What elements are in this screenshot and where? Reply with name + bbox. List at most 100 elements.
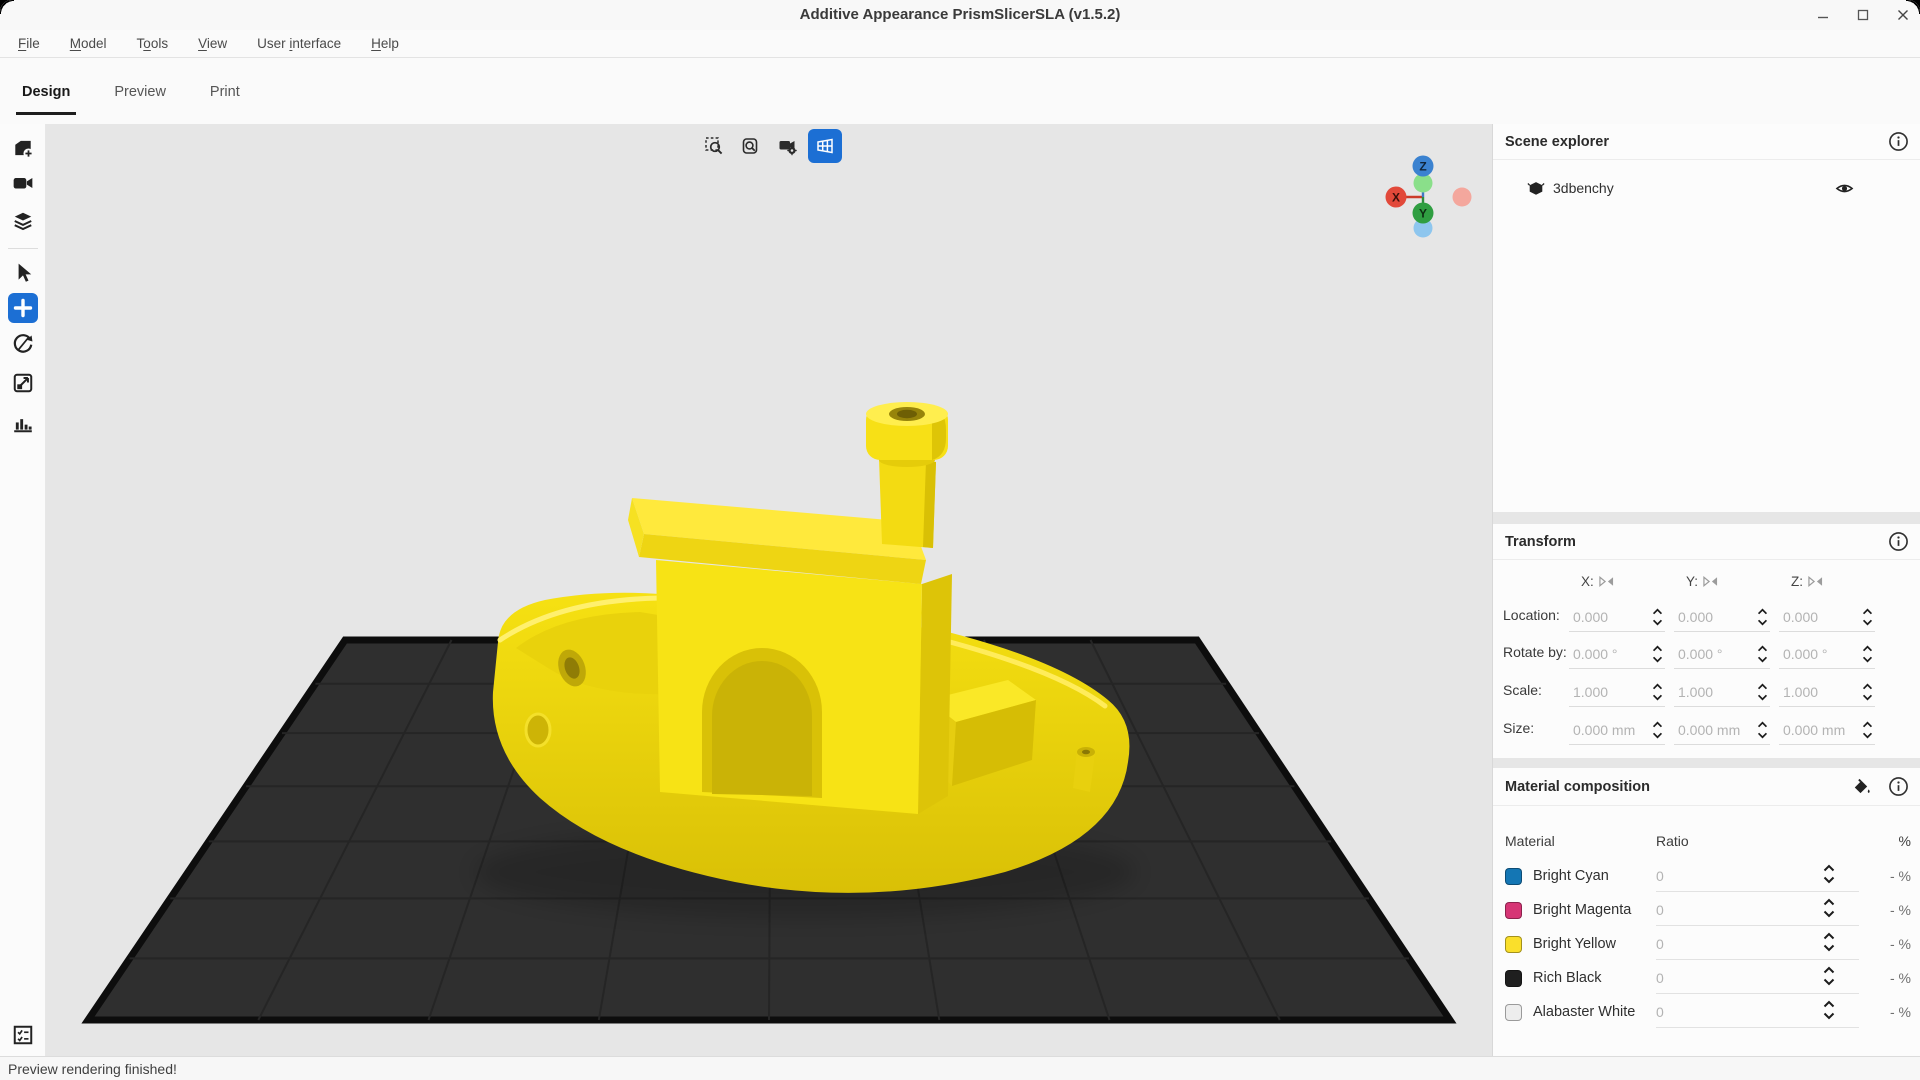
percent-value: - % <box>1890 868 1911 884</box>
stepper[interactable] <box>1823 864 1835 884</box>
rotate-x-input[interactable]: 0.000 ° <box>1569 639 1665 669</box>
mode-tabs: Design Preview Print <box>0 59 1920 124</box>
ratio-input[interactable]: 0 <box>1656 936 1664 952</box>
maximize-button[interactable] <box>1856 8 1870 22</box>
statistics-icon[interactable] <box>12 412 34 434</box>
stepper[interactable] <box>1862 721 1873 739</box>
stepper[interactable] <box>1757 683 1768 701</box>
stepper[interactable] <box>1823 898 1835 918</box>
transform-info-icon[interactable] <box>1887 531 1909 553</box>
stepper[interactable] <box>1862 608 1873 626</box>
tab-design[interactable]: Design <box>0 59 92 124</box>
stepper[interactable] <box>1652 645 1663 663</box>
scale-y-input[interactable]: 1.000 <box>1674 677 1770 707</box>
layers-icon[interactable] <box>12 210 34 232</box>
ratio-input[interactable]: 0 <box>1656 902 1664 918</box>
size-x-input[interactable]: 0.000 mm <box>1569 715 1665 745</box>
location-x-input[interactable]: 0.000 <box>1569 602 1665 632</box>
size-label: Size: <box>1503 720 1534 736</box>
perspective-grid-toggle[interactable] <box>808 129 842 163</box>
percent-value: - % <box>1890 936 1911 952</box>
scale-tool-icon[interactable] <box>12 372 34 394</box>
scale-label: Scale: <box>1503 682 1542 698</box>
material-row-rich-black: Rich Black 0 - % <box>1493 962 1920 996</box>
scene-item-3dbenchy[interactable]: 3dbenchy <box>1493 170 1920 206</box>
menu-help[interactable]: Help <box>371 36 399 51</box>
scene-info-icon[interactable] <box>1887 131 1909 153</box>
mirror-y-icon[interactable] <box>1702 574 1719 589</box>
stepper[interactable] <box>1823 1000 1835 1020</box>
rotate-tool-icon[interactable] <box>12 332 34 354</box>
reset-camera-button[interactable] <box>771 129 805 163</box>
scale-z-input[interactable]: 1.000 <box>1779 677 1875 707</box>
zoom-to-selection-button[interactable] <box>697 129 731 163</box>
stepper[interactable] <box>1757 721 1768 739</box>
menu-user-interface[interactable]: User interface <box>257 36 341 51</box>
stepper[interactable] <box>1757 645 1768 663</box>
move-tool-button[interactable] <box>8 293 38 323</box>
size-row: Size: 0.000 mm 0.000 mm 0.000 mm <box>1493 713 1920 747</box>
mirror-x-icon[interactable] <box>1598 574 1615 589</box>
stepper[interactable] <box>1757 608 1768 626</box>
size-z-input[interactable]: 0.000 mm <box>1779 715 1875 745</box>
rotate-row: Rotate by: 0.000 ° 0.000 ° 0.000 ° <box>1493 637 1920 671</box>
rotate-label: Rotate by: <box>1503 644 1567 660</box>
stepper[interactable] <box>1823 932 1835 952</box>
task-list-icon[interactable] <box>12 1024 34 1046</box>
percent-value: - % <box>1890 1004 1911 1020</box>
axis-z-header: Z: <box>1791 574 1824 589</box>
orientation-gizmo[interactable]: Z X Y <box>1376 140 1486 250</box>
svg-text:Z: Z <box>1419 160 1426 174</box>
axis-y-header: Y: <box>1686 574 1719 589</box>
select-tool-icon[interactable] <box>12 262 34 284</box>
material-row-alabaster-white: Alabaster White 0 - % <box>1493 996 1920 1030</box>
stepper[interactable] <box>1652 608 1663 626</box>
add-model-icon[interactable] <box>12 137 34 159</box>
rotate-z-input[interactable]: 0.000 ° <box>1779 639 1875 669</box>
paint-bucket-icon[interactable] <box>1849 776 1871 798</box>
location-y-input[interactable]: 0.000 <box>1674 602 1770 632</box>
menu-tools[interactable]: Tools <box>137 36 169 51</box>
menu-model[interactable]: Model <box>70 36 107 51</box>
scale-x-input[interactable]: 1.000 <box>1569 677 1665 707</box>
right-panel: Scene explorer 3dbenchy Transform <box>1492 124 1920 1056</box>
ratio-input[interactable]: 0 <box>1656 868 1664 884</box>
ratio-input[interactable]: 0 <box>1656 970 1664 986</box>
scene-explorer-section: Scene explorer 3dbenchy <box>1493 124 1920 512</box>
camera-icon[interactable] <box>12 172 34 194</box>
menu-bar: File Model Tools View User interface Hel… <box>0 30 1920 58</box>
transform-section: Transform X: Y: Z: <box>1493 524 1920 758</box>
scene-canvas <box>46 124 1492 1056</box>
material-section: Material composition Material Ratio % Br… <box>1493 768 1920 1056</box>
toolbar-divider <box>8 248 38 249</box>
stepper[interactable] <box>1652 683 1663 701</box>
svg-text:Y: Y <box>1419 207 1427 221</box>
tab-print[interactable]: Print <box>188 59 262 124</box>
stepper[interactable] <box>1862 645 1873 663</box>
tab-preview[interactable]: Preview <box>92 59 188 124</box>
stepper[interactable] <box>1862 683 1873 701</box>
stepper[interactable] <box>1823 966 1835 986</box>
col-material: Material <box>1505 833 1555 849</box>
location-row: Location: 0.000 0.000 0.000 <box>1493 600 1920 634</box>
menu-view[interactable]: View <box>198 36 227 51</box>
menu-file[interactable]: File <box>18 36 40 51</box>
rotate-y-input[interactable]: 0.000 ° <box>1674 639 1770 669</box>
stepper[interactable] <box>1652 721 1663 739</box>
mirror-z-icon[interactable] <box>1807 574 1824 589</box>
zoom-to-fit-button[interactable] <box>734 129 768 163</box>
visibility-eye-icon[interactable] <box>1833 177 1855 199</box>
window-title: Additive Appearance PrismSlicerSLA (v1.5… <box>0 0 1920 30</box>
percent-value: - % <box>1890 902 1911 918</box>
location-z-input[interactable]: 0.000 <box>1779 602 1875 632</box>
col-percent: % <box>1899 833 1911 849</box>
size-y-input[interactable]: 0.000 mm <box>1674 715 1770 745</box>
material-info-icon[interactable] <box>1887 776 1909 798</box>
viewport-3d[interactable]: Z X Y <box>46 124 1492 1056</box>
title-bar: Additive Appearance PrismSlicerSLA (v1.5… <box>0 0 1920 30</box>
color-swatch <box>1505 970 1522 987</box>
model-box-icon <box>1527 179 1545 197</box>
percent-value: - % <box>1890 970 1911 986</box>
ratio-input[interactable]: 0 <box>1656 1004 1664 1020</box>
minimize-button[interactable] <box>1816 8 1830 22</box>
